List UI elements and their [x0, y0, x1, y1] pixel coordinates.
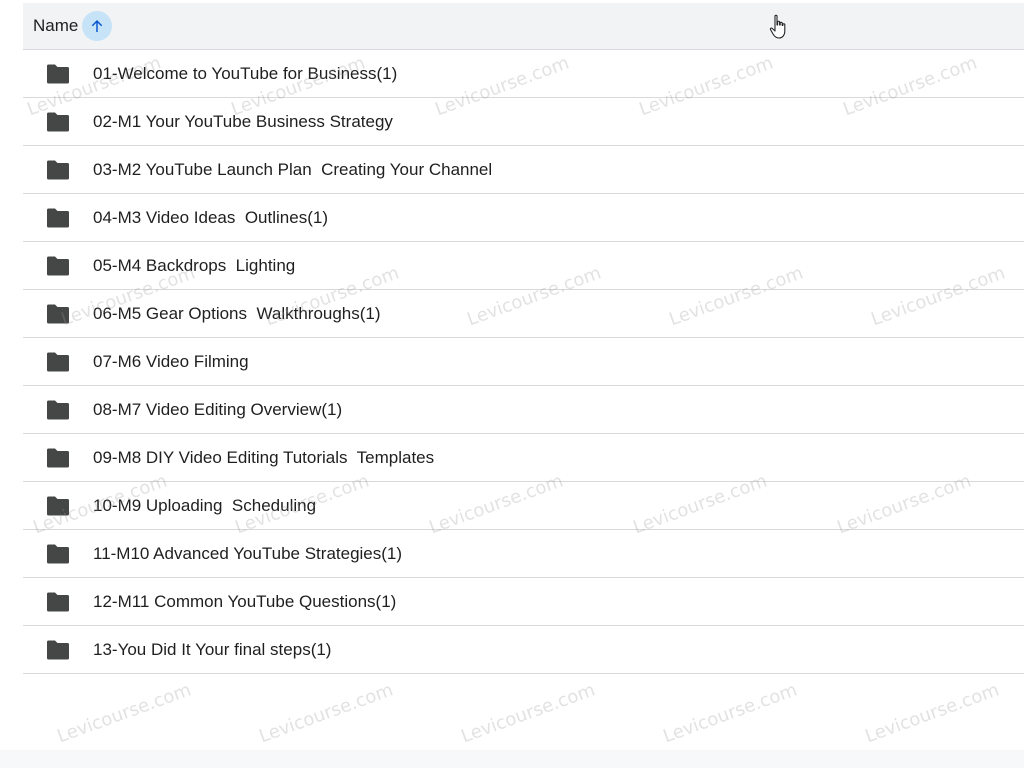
folder-name: 05-M4 Backdrops Lighting — [93, 255, 296, 275]
bottom-strip — [0, 750, 1024, 768]
watermark-text: Levicourse.com — [256, 679, 396, 748]
folder-icon — [45, 256, 71, 276]
folder-name: 04-M3 Video Ideas Outlines(1) — [93, 207, 328, 227]
folder-row[interactable]: 12-M11 Common YouTube Questions(1) — [23, 578, 1024, 626]
list-header: Name — [23, 3, 1024, 50]
folder-row[interactable]: 13-You Did It Your final steps(1) — [23, 626, 1024, 674]
folder-icon — [45, 304, 71, 324]
folder-name: 12-M11 Common YouTube Questions(1) — [93, 591, 397, 611]
folder-icon — [45, 64, 71, 84]
folder-name: 13-You Did It Your final steps(1) — [93, 639, 332, 659]
folder-name: 02-M1 Your YouTube Business Strategy — [93, 111, 393, 131]
folder-row[interactable]: 02-M1 Your YouTube Business Strategy — [23, 98, 1024, 146]
folder-row[interactable]: 03-M2 YouTube Launch Plan Creating Your … — [23, 146, 1024, 194]
folder-row[interactable]: 10-M9 Uploading Scheduling — [23, 482, 1024, 530]
folder-icon — [45, 448, 71, 468]
folder-name: 11-M10 Advanced YouTube Strategies(1) — [93, 543, 403, 563]
folder-row[interactable]: 08-M7 Video Editing Overview(1) — [23, 386, 1024, 434]
folder-name: 08-M7 Video Editing Overview(1) — [93, 399, 343, 419]
folder-name: 01-Welcome to YouTube for Business(1) — [93, 63, 398, 83]
folder-icon — [45, 544, 71, 564]
list-body: 01-Welcome to YouTube for Business(1) 02-… — [23, 50, 1024, 674]
folder-row[interactable]: 09-M8 DIY Video Editing Tutorials Templa… — [23, 434, 1024, 482]
folder-row[interactable]: 04-M3 Video Ideas Outlines(1) — [23, 194, 1024, 242]
name-column-label: Name — [33, 16, 79, 35]
folder-row[interactable]: 11-M10 Advanced YouTube Strategies(1) — [23, 530, 1024, 578]
folder-icon — [45, 352, 71, 372]
folder-icon — [45, 640, 71, 660]
watermark-text: Levicourse.com — [862, 679, 1002, 748]
folder-name: 03-M2 YouTube Launch Plan Creating Your … — [93, 159, 493, 179]
watermark-text: Levicourse.com — [458, 679, 598, 748]
folder-icon — [45, 400, 71, 420]
hand-pointer-cursor-icon — [769, 14, 786, 39]
folder-icon — [45, 160, 71, 180]
drive-file-browser: Name 01-Welcome to YouTube for Business(… — [0, 0, 1024, 768]
sort-ascending-button[interactable] — [82, 11, 113, 41]
arrow-up-icon — [92, 20, 103, 32]
folder-name: 06-M5 Gear Options Walkthroughs(1) — [93, 303, 381, 323]
watermark-text: Levicourse.com — [54, 679, 194, 748]
folder-row[interactable]: 07-M6 Video Filming — [23, 338, 1024, 386]
folder-name: 09-M8 DIY Video Editing Tutorials Templa… — [93, 447, 435, 467]
folder-icon — [45, 208, 71, 228]
name-column-header[interactable]: Name — [33, 11, 113, 41]
watermark-text: Levicourse.com — [660, 679, 800, 748]
folder-icon — [45, 112, 71, 132]
folder-row[interactable]: 06-M5 Gear Options Walkthroughs(1) — [23, 290, 1024, 338]
file-list: Name 01-Welcome to YouTube for Business(… — [23, 3, 1024, 674]
folder-icon — [45, 496, 71, 516]
folder-row[interactable]: 01-Welcome to YouTube for Business(1) — [23, 50, 1024, 98]
folder-icon — [45, 592, 71, 612]
folder-row[interactable]: 05-M4 Backdrops Lighting — [23, 242, 1024, 290]
folder-name: 10-M9 Uploading Scheduling — [93, 495, 317, 515]
folder-name: 07-M6 Video Filming — [93, 351, 249, 371]
